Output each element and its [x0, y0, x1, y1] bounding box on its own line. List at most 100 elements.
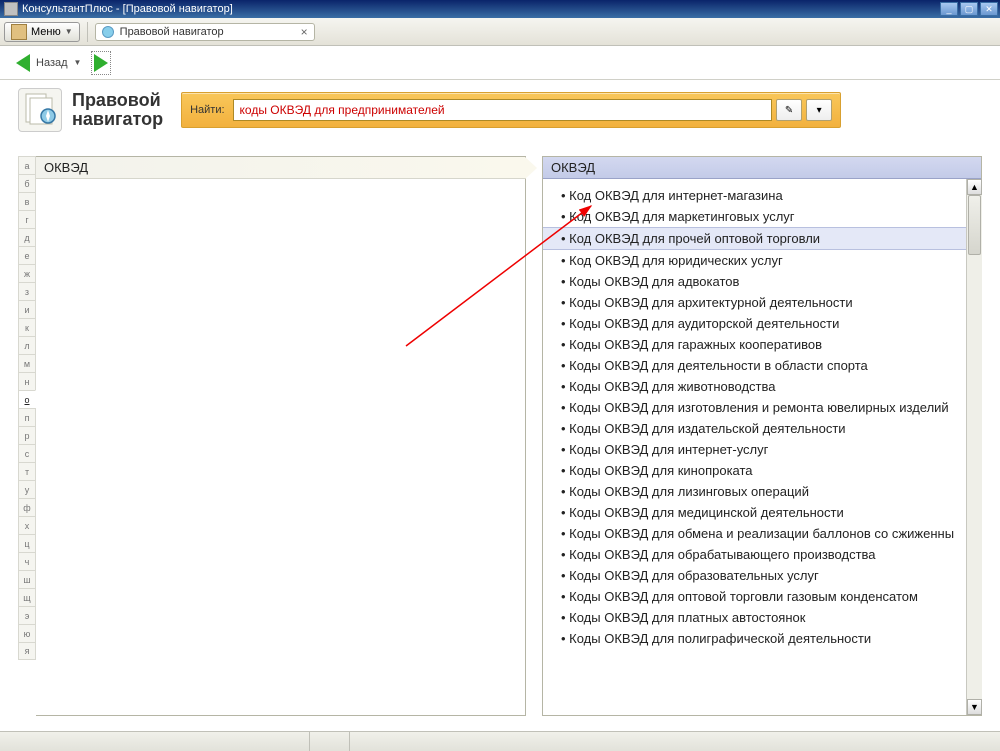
alpha-letter[interactable]: ч	[18, 552, 36, 570]
list-item[interactable]: • Коды ОКВЭД для животноводства	[543, 376, 981, 397]
alpha-letter[interactable]: щ	[18, 588, 36, 606]
results-list: • Код ОКВЭД для интернет-магазина• Код О…	[543, 179, 981, 655]
alpha-letter[interactable]: к	[18, 318, 36, 336]
status-segment	[310, 732, 350, 751]
window-buttons: _ ▢ ✕	[938, 2, 998, 16]
list-item[interactable]: • Коды ОКВЭД для обмена и реализации бал…	[543, 523, 981, 544]
scroll-track[interactable]	[967, 195, 982, 699]
alpha-letter[interactable]: н	[18, 372, 36, 390]
back-arrow-icon[interactable]	[16, 54, 30, 72]
right-panel-title: ОКВЭД	[551, 160, 595, 175]
alpha-letter[interactable]: л	[18, 336, 36, 354]
forward-button[interactable]	[91, 51, 111, 75]
page-header: Правовой навигатор Найти: ✎ ▾	[18, 88, 982, 132]
list-item[interactable]: • Коды ОКВЭД для интернет-услуг	[543, 439, 981, 460]
page-title-line2: навигатор	[72, 110, 163, 129]
search-input[interactable]	[233, 99, 773, 121]
list-item[interactable]: • Коды ОКВЭД для гаражных кооперативов	[543, 334, 981, 355]
minimize-button[interactable]: _	[940, 2, 958, 16]
left-panel: ОКВЭД	[36, 156, 526, 716]
alpha-letter[interactable]: в	[18, 192, 36, 210]
list-item[interactable]: • Коды ОКВЭД для лизинговых операций	[543, 481, 981, 502]
alpha-letter[interactable]: р	[18, 426, 36, 444]
list-item[interactable]: • Коды ОКВЭД для полиграфической деятель…	[543, 628, 981, 649]
alpha-letter[interactable]: я	[18, 642, 36, 660]
app-icon	[4, 2, 18, 16]
right-panel-header: ОКВЭД	[543, 157, 981, 179]
alphabet-index: абвгдежзиклмнопрстуфхцчшщэюя	[18, 156, 36, 716]
list-item[interactable]: • Коды ОКВЭД для кинопроката	[543, 460, 981, 481]
alpha-letter[interactable]: у	[18, 480, 36, 498]
left-panel-title: ОКВЭД	[44, 160, 88, 175]
list-item[interactable]: • Коды ОКВЭД для издательской деятельнос…	[543, 418, 981, 439]
alpha-letter[interactable]: а	[18, 156, 36, 174]
alpha-letter[interactable]: т	[18, 462, 36, 480]
list-item[interactable]: • Коды ОКВЭД для архитектурной деятельно…	[543, 292, 981, 313]
forward-arrow-icon	[94, 54, 108, 72]
menu-icon	[11, 24, 27, 40]
scroll-thumb[interactable]	[968, 195, 981, 255]
search-label: Найти:	[190, 104, 224, 116]
status-segment	[0, 732, 310, 751]
alpha-letter[interactable]: м	[18, 354, 36, 372]
toolbar-separator	[87, 22, 88, 42]
maximize-button[interactable]: ▢	[960, 2, 978, 16]
status-bar	[0, 731, 1000, 751]
list-item[interactable]: • Коды ОКВЭД для образовательных услуг	[543, 565, 981, 586]
alpha-letter[interactable]: ю	[18, 624, 36, 642]
list-item[interactable]: • Коды ОКВЭД для аудиторской деятельност…	[543, 313, 981, 334]
list-item[interactable]: • Коды ОКВЭД для обрабатывающего произво…	[543, 544, 981, 565]
back-label[interactable]: Назад	[36, 57, 68, 69]
back-chevron-icon[interactable]: ▼	[74, 58, 82, 67]
main-area: Правовой навигатор Найти: ✎ ▾ абвгдежзик…	[0, 80, 1000, 724]
document-tab[interactable]: Правовой навигатор ×	[95, 23, 315, 41]
alpha-letter[interactable]: и	[18, 300, 36, 318]
alpha-letter[interactable]: б	[18, 174, 36, 192]
alpha-letter[interactable]: ц	[18, 534, 36, 552]
page-title-line1: Правовой	[72, 91, 163, 110]
alpha-letter[interactable]: с	[18, 444, 36, 462]
list-item[interactable]: • Коды ОКВЭД для медицинской деятельност…	[543, 502, 981, 523]
navigator-large-icon	[18, 88, 62, 132]
alpha-letter[interactable]: е	[18, 246, 36, 264]
alpha-letter[interactable]: ш	[18, 570, 36, 588]
panels: абвгдежзиклмнопрстуфхцчшщэюя ОКВЭД ОКВЭД…	[18, 156, 982, 716]
list-item[interactable]: • Код ОКВЭД для маркетинговых услуг	[543, 206, 981, 227]
search-bar: Найти: ✎ ▾	[181, 92, 841, 128]
navigator-icon	[102, 26, 114, 38]
left-panel-header: ОКВЭД	[36, 157, 525, 179]
list-item[interactable]: • Коды ОКВЭД для платных автостоянок	[543, 607, 981, 628]
menu-button[interactable]: Меню ▼	[4, 22, 80, 42]
list-item[interactable]: • Код ОКВЭД для интернет-магазина	[543, 185, 981, 206]
list-item[interactable]: • Код ОКВЭД для юридических услуг	[543, 250, 981, 271]
alpha-letter[interactable]: э	[18, 606, 36, 624]
menu-label: Меню	[31, 26, 61, 38]
alpha-letter[interactable]: ф	[18, 498, 36, 516]
alpha-letter[interactable]: г	[18, 210, 36, 228]
alpha-letter[interactable]: з	[18, 282, 36, 300]
page-title: Правовой навигатор	[72, 91, 163, 129]
list-item[interactable]: • Коды ОКВЭД для деятельности в области …	[543, 355, 981, 376]
scroll-down-button[interactable]: ▼	[967, 699, 982, 715]
title-bar: КонсультантПлюс - [Правовой навигатор] _…	[0, 0, 1000, 18]
alpha-letter[interactable]: ж	[18, 264, 36, 282]
scroll-up-button[interactable]: ▲	[967, 179, 982, 195]
tab-close-button[interactable]: ×	[301, 25, 308, 39]
toolbar: Меню ▼ Правовой навигатор ×	[0, 18, 1000, 46]
chevron-down-icon: ▼	[65, 27, 73, 36]
list-item[interactable]: • Коды ОКВЭД для оптовой торговли газовы…	[543, 586, 981, 607]
alpha-letter[interactable]: х	[18, 516, 36, 534]
right-panel: ОКВЭД • Код ОКВЭД для интернет-магазина•…	[542, 156, 982, 716]
vertical-scrollbar[interactable]: ▲ ▼	[966, 179, 982, 715]
alpha-letter[interactable]: д	[18, 228, 36, 246]
list-item[interactable]: • Коды ОКВЭД для изготовления и ремонта …	[543, 397, 981, 418]
search-clear-button[interactable]: ✎	[776, 99, 802, 121]
alpha-letter[interactable]: о	[18, 390, 36, 408]
list-item[interactable]: • Коды ОКВЭД для адвокатов	[543, 271, 981, 292]
close-button[interactable]: ✕	[980, 2, 998, 16]
list-item[interactable]: • Код ОКВЭД для прочей оптовой торговли	[543, 227, 981, 250]
search-dropdown-button[interactable]: ▾	[806, 99, 832, 121]
tab-label: Правовой навигатор	[120, 26, 224, 38]
alpha-letter[interactable]: п	[18, 408, 36, 426]
window-title: КонсультантПлюс - [Правовой навигатор]	[22, 3, 233, 15]
